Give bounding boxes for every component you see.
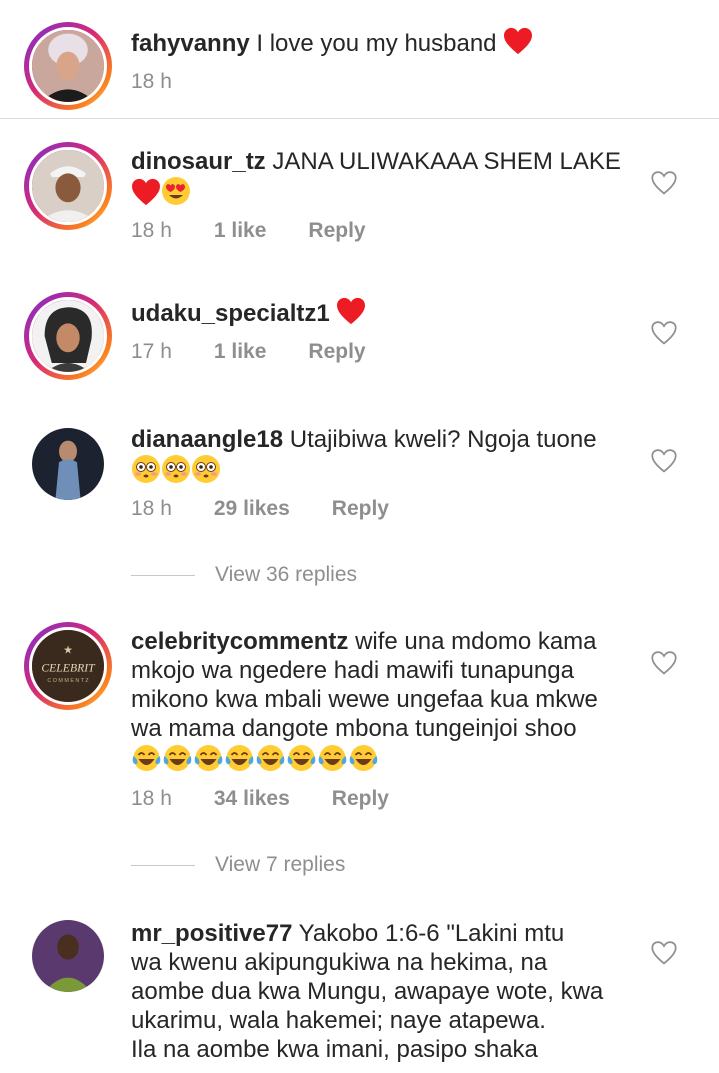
comment-body-line: aombe dua kwa Mungu, awapaye wote, kwa xyxy=(131,978,604,1005)
post-caption: fahyvanny I love you my husband 18 h xyxy=(0,0,719,118)
comment-text: mr_positive77 Yakobo 1:6-6 "Lakini mtu w… xyxy=(131,919,631,1064)
avatar-dinosaur-tz[interactable] xyxy=(24,142,112,230)
comment-body-line: wa mama dangote mbona tungeinjoi shoo xyxy=(131,715,577,742)
comment-body-line: ukarimu, wala hakemei; naye atapewa. xyxy=(131,1007,546,1034)
comment-body-line: Ila na aombe kwa imani, pasipo shaka xyxy=(131,1036,538,1063)
red-heart-icon xyxy=(503,27,533,55)
comment-body: JANA ULIWAKAAA SHEM LAKE xyxy=(272,148,621,175)
comment-time: 18 h xyxy=(131,219,172,242)
like-heart-icon[interactable] xyxy=(650,650,678,676)
reply-button[interactable]: Reply xyxy=(308,219,365,243)
caption-text: fahyvanny I love you my husband xyxy=(131,27,631,58)
tears-of-joy-icon xyxy=(162,743,193,773)
profile-photo-icon xyxy=(32,150,104,222)
comment-time: 17 h xyxy=(131,340,172,363)
comment-meta: 17 h 1 like Reply xyxy=(131,340,408,364)
tears-of-joy-icon xyxy=(317,743,348,773)
svg-text:C O M M E N T Z: C O M M E N T Z xyxy=(47,678,89,684)
like-heart-icon[interactable] xyxy=(650,940,678,966)
tears-of-joy-icon xyxy=(255,743,286,773)
tears-of-joy-icon xyxy=(131,743,162,773)
flushed-face-icon xyxy=(161,454,191,484)
comment-time: 18 h xyxy=(131,787,172,810)
divider xyxy=(0,118,719,119)
profile-photo-icon xyxy=(32,428,104,500)
replies-divider-line xyxy=(131,574,195,576)
reply-button[interactable]: Reply xyxy=(332,787,389,811)
view-replies-button[interactable]: View 36 replies xyxy=(131,563,357,587)
like-heart-icon[interactable] xyxy=(650,170,678,196)
comment-body-line: wife una mdomo kama xyxy=(355,628,597,655)
profile-photo-icon xyxy=(32,300,104,372)
avatar-fahyvanny[interactable] xyxy=(24,22,112,110)
red-heart-icon xyxy=(131,178,161,206)
tears-of-joy-icon xyxy=(286,743,317,773)
logo-text: CELEBRIT xyxy=(41,661,96,674)
like-heart-icon[interactable] xyxy=(650,320,678,346)
comment-meta: 18 h 34 likes Reply xyxy=(131,787,431,811)
comment-meta: 18 h 1 like Reply xyxy=(131,219,408,243)
comment-text: dianaangle18 Utajibiwa kweli? Ngoja tuon… xyxy=(131,425,631,487)
reply-button[interactable]: Reply xyxy=(308,340,365,364)
view-replies-label: View 36 replies xyxy=(215,563,358,586)
caption-body: I love you my husband xyxy=(256,30,497,57)
profile-photo-icon xyxy=(32,920,104,992)
tears-of-joy-icon xyxy=(224,743,255,773)
comment-text: dinosaur_tz JANA ULIWAKAAA SHEM LAKE xyxy=(131,147,631,209)
svg-text:★: ★ xyxy=(63,644,73,656)
comment-body-line: wa kwenu akipungukiwa na hekima, na xyxy=(131,949,548,976)
red-heart-icon xyxy=(336,297,366,325)
tears-of-joy-icon xyxy=(193,743,224,773)
tears-of-joy-icon xyxy=(348,743,379,773)
comment-likes[interactable]: 34 likes xyxy=(214,787,290,811)
avatar-dianaangle18[interactable] xyxy=(24,420,112,508)
avatar-mr-positive77[interactable] xyxy=(24,912,112,1000)
caption-username[interactable]: fahyvanny xyxy=(131,30,250,57)
caption-time: 18 h xyxy=(131,70,172,93)
comment-meta: 18 h 29 likes Reply xyxy=(131,497,431,521)
heart-eyes-emoji-icon xyxy=(161,176,191,206)
comment-body-line: Yakobo 1:6-6 "Lakini mtu xyxy=(298,920,565,947)
comment-time: 18 h xyxy=(131,497,172,520)
comment-likes[interactable]: 29 likes xyxy=(214,497,290,521)
caption-meta: 18 h xyxy=(131,70,214,94)
comment-username[interactable]: celebritycommentz xyxy=(131,628,348,655)
profile-photo-icon xyxy=(32,30,104,102)
profile-photo-icon: ★ CELEBRIT C O M M E N T Z xyxy=(32,630,104,702)
view-replies-label: View 7 replies xyxy=(215,853,346,876)
like-heart-icon[interactable] xyxy=(650,448,678,474)
comment-username[interactable]: dianaangle18 xyxy=(131,426,283,453)
replies-divider-line xyxy=(131,864,195,866)
comment-likes[interactable]: 1 like xyxy=(214,340,267,364)
comment-username[interactable]: udaku_specialtz1 xyxy=(131,300,330,327)
avatar-celebritycommentz[interactable]: ★ CELEBRIT C O M M E N T Z xyxy=(24,622,112,710)
comment-username[interactable]: dinosaur_tz xyxy=(131,148,266,175)
flushed-face-icon xyxy=(191,454,221,484)
avatar-udaku-specialtz1[interactable] xyxy=(24,292,112,380)
comment-body-line: mikono kwa mbali wewe ungefaa kua mkwe xyxy=(131,686,598,713)
comment-likes[interactable]: 1 like xyxy=(214,219,267,243)
reply-button[interactable]: Reply xyxy=(332,497,389,521)
comment-body-line: mkojo wa ngedere hadi mawifi tunapunga xyxy=(131,657,574,684)
comment-text: celebritycommentz wife una mdomo kama mk… xyxy=(131,627,631,776)
comment-body: Utajibiwa kweli? Ngoja tuone xyxy=(289,426,597,453)
comment-username[interactable]: mr_positive77 xyxy=(131,920,292,947)
flushed-face-icon xyxy=(131,454,161,484)
comment-text: udaku_specialtz1 xyxy=(131,297,631,328)
view-replies-button[interactable]: View 7 replies xyxy=(131,853,345,877)
